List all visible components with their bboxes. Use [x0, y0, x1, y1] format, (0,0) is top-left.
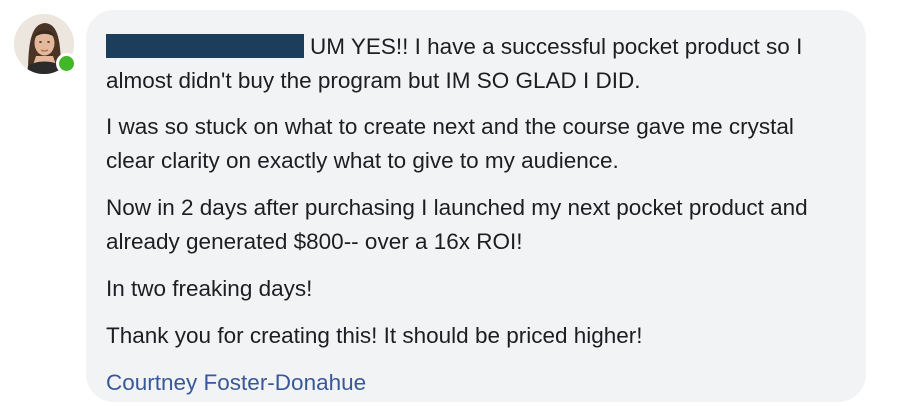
- comment-row: UM YES!! I have a successful pocket prod…: [0, 0, 905, 412]
- comment-bubble: UM YES!! I have a successful pocket prod…: [86, 10, 866, 402]
- comment-paragraph: I was so stuck on what to create next an…: [106, 114, 794, 173]
- redacted-name: [106, 34, 304, 58]
- author-name-link[interactable]: Courtney Foster-Donahue: [106, 366, 844, 400]
- comment-paragraph: In two freaking days!: [106, 276, 313, 301]
- online-status-dot: [56, 53, 77, 74]
- comment-paragraph: UM YES!! I have a successful pocket prod…: [106, 30, 844, 98]
- comment-paragraph: Thank you for creating this! It should b…: [106, 323, 643, 348]
- comment-paragraph: Now in 2 days after purchasing I launche…: [106, 195, 808, 254]
